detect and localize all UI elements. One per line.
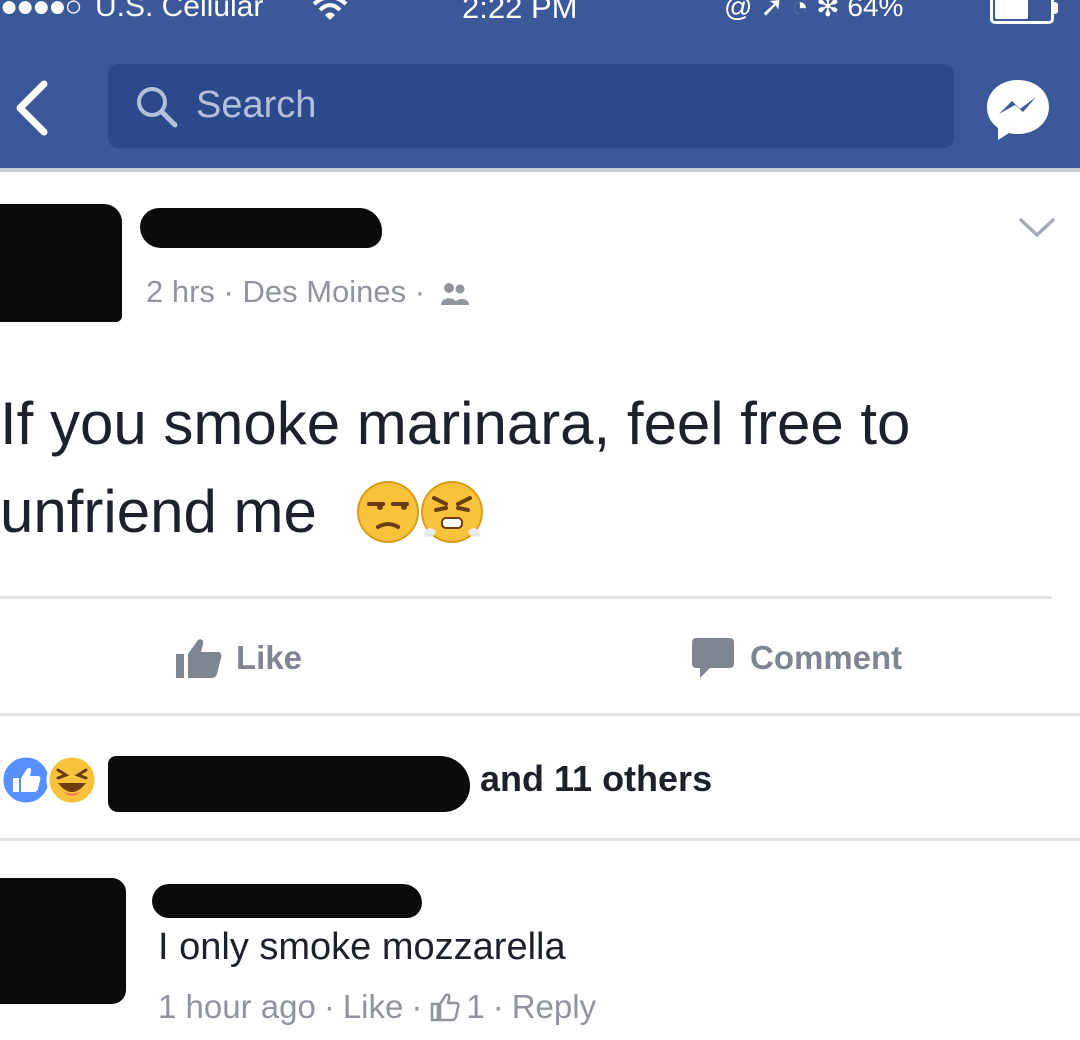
signal-strength: ●●●●○ <box>0 0 83 23</box>
author-avatar-redacted[interactable] <box>0 204 122 322</box>
search-input[interactable]: Search <box>108 64 954 148</box>
steam-nose-face-emoji <box>420 481 483 543</box>
chevron-down-icon[interactable] <box>1018 216 1056 240</box>
battery-icon <box>990 0 1054 24</box>
divider <box>0 838 1080 841</box>
search-icon <box>137 87 178 128</box>
comment-button[interactable]: Comment <box>690 636 902 684</box>
nav-bar: Search <box>0 30 1080 170</box>
battery-percent: 64% <box>847 0 904 22</box>
battery-cap <box>1052 2 1058 14</box>
status-bar: ●●●●○ U.S. Cellular 2:22 PM @ ➚ ◔ ✻ 64% <box>0 0 1080 30</box>
separator-dot: · <box>411 988 423 1025</box>
post-text-line-2: unfriend me <box>0 468 1070 556</box>
post-text-line-2-text: unfriend me <box>0 478 317 545</box>
chevron-left-icon <box>16 80 48 136</box>
post-time-location: 2 hrs · Des Moines · <box>146 274 426 309</box>
nav-divider <box>0 168 1080 172</box>
back-button[interactable] <box>8 78 56 138</box>
status-icons: @ ➚ ◔ ✻ 64% <box>724 0 903 23</box>
commenter-name-redacted[interactable] <box>152 884 422 918</box>
friends-icon <box>440 282 469 305</box>
reaction-summary[interactable]: and 11 others <box>480 758 712 800</box>
reply-link[interactable]: Reply <box>512 988 596 1025</box>
wifi-icon <box>312 0 348 20</box>
post-meta: 2 hrs · Des Moines · <box>146 274 470 310</box>
messenger-button[interactable] <box>984 76 1052 144</box>
comment-time: 1 hour ago <box>158 988 316 1025</box>
carrier-name: U.S. Cellular <box>94 0 264 23</box>
comment-meta: 1 hour ago · Like · 1 · Reply <box>158 988 596 1026</box>
separator-dot: · <box>492 988 504 1025</box>
carrier-info: ●●●●○ U.S. Cellular <box>0 0 263 24</box>
post-text: If you smoke marinara, feel free to unfr… <box>0 380 1070 556</box>
unamused-face-emoji <box>356 481 419 543</box>
author-name-redacted[interactable] <box>140 208 382 248</box>
status-glyphs: @ ➚ ◔ ✻ <box>724 0 840 22</box>
comment-text: I only smoke mozzarella <box>158 926 566 968</box>
haha-reaction-icon <box>46 754 98 806</box>
messenger-icon <box>987 80 1049 140</box>
thumbs-up-icon <box>176 639 222 678</box>
battery-fill <box>995 0 1029 19</box>
divider <box>0 596 1052 599</box>
thumbs-up-outline-icon <box>431 993 460 1022</box>
divider <box>0 713 1080 716</box>
clock: 2:22 PM <box>462 0 578 25</box>
comment-like-count: 1 <box>466 988 485 1025</box>
post-text-line-1: If you smoke marinara, feel free to <box>0 390 911 457</box>
reactor-names-redacted[interactable] <box>108 756 470 812</box>
like-button[interactable]: Like <box>174 636 302 684</box>
search-placeholder: Search <box>196 84 317 126</box>
comment-icon <box>692 638 734 678</box>
commenter-avatar-redacted[interactable] <box>0 878 126 1004</box>
like-label: Like <box>236 639 303 676</box>
comment-label: Comment <box>750 639 903 676</box>
separator-dot: · <box>323 988 335 1025</box>
like-reaction-icon <box>0 754 52 806</box>
comment-like-link[interactable]: Like <box>343 988 404 1025</box>
